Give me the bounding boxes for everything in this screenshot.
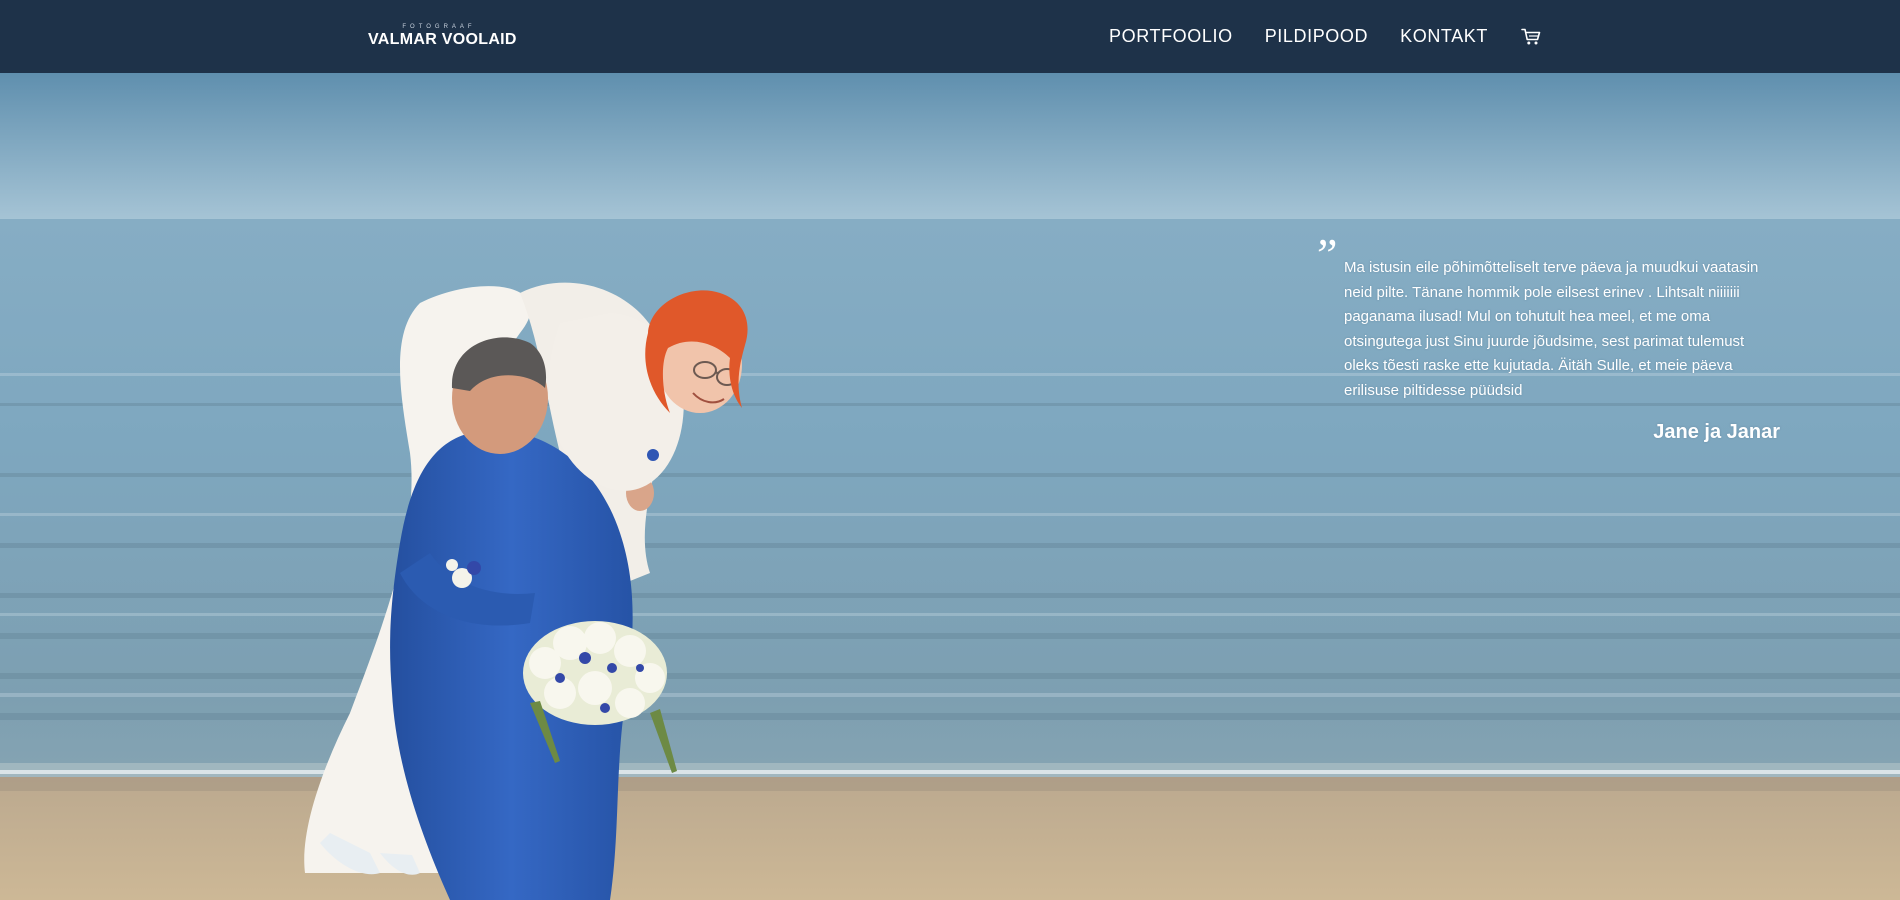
logo-subtitle: FOTOGRAAF <box>402 24 476 30</box>
nav-portfoolio[interactable]: PORTFOOLIO <box>1109 26 1233 47</box>
header-bar: FOTOGRAAF VALMAR VOOLAID PORTFOOLIO PILD… <box>0 0 1900 73</box>
page: FOTOGRAAF VALMAR VOOLAID PORTFOOLIO PILD… <box>0 0 1900 900</box>
nav-pildipood[interactable]: PILDIPOOD <box>1265 26 1368 47</box>
testimonial-author: Jane ja Janar <box>1653 421 1780 443</box>
hero-photo <box>0 73 1900 900</box>
quote-mark-icon: ” <box>1312 229 1338 280</box>
nav-kontakt[interactable]: KONTAKT <box>1400 26 1488 47</box>
logo-title: VALMAR VOOLAID <box>368 31 517 48</box>
main-navigation: PORTFOOLIO PILDIPOOD KONTAKT <box>1109 0 1542 73</box>
testimonial-text: Ma istusin eile põhimõtteliselt terve pä… <box>1344 259 1759 399</box>
shopping-cart-icon[interactable] <box>1520 26 1542 48</box>
site-logo[interactable]: FOTOGRAAF VALMAR VOOLAID <box>368 23 518 49</box>
hero-beach-image <box>0 73 1900 900</box>
